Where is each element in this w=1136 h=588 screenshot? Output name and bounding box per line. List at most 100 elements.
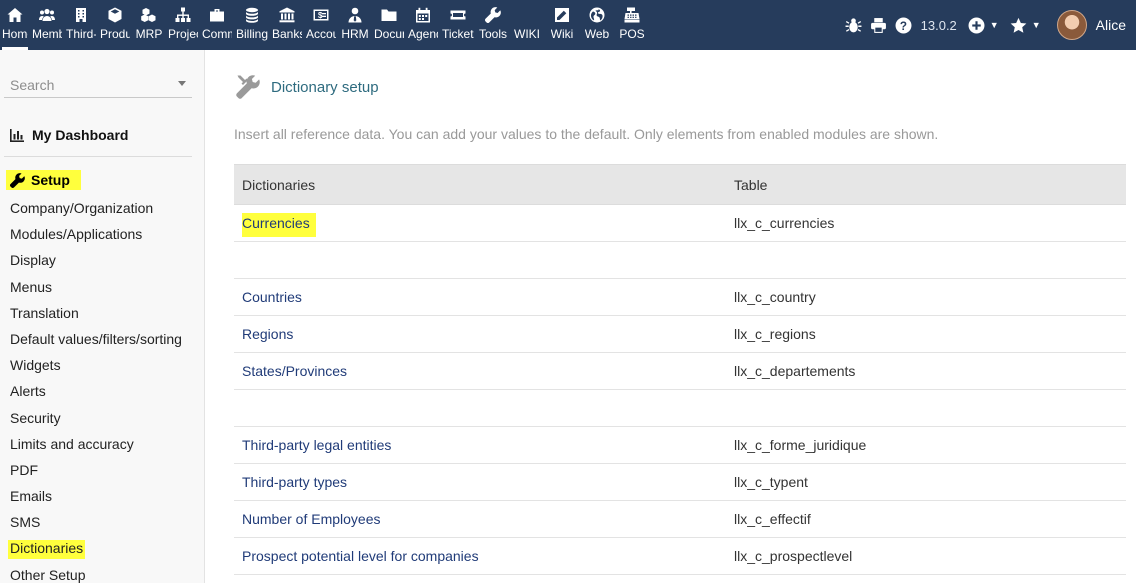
sidebar-item-sms[interactable]: SMS: [0, 509, 204, 535]
table-row: Third-party types llx_c_typent: [234, 463, 1126, 501]
column-header-table: Table: [726, 164, 1126, 205]
cube-icon: [106, 7, 124, 23]
top-menu-commercial[interactable]: Commercial: [200, 0, 234, 50]
sidebar-item-company-organization[interactable]: Company/Organization: [0, 195, 204, 221]
sidebar-item-limits-and-accuracy[interactable]: Limits and accuracy: [0, 431, 204, 457]
divider: [4, 156, 192, 157]
top-menu-web[interactable]: Web: [580, 0, 614, 50]
table-row: Third-party legal entities llx_c_forme_ju…: [234, 426, 1126, 464]
wrench-icon: [10, 172, 25, 188]
sidebar-item-label: SMS: [10, 514, 41, 531]
top-menu-documents[interactable]: Documents: [372, 0, 406, 50]
my-dashboard-link[interactable]: My Dashboard: [10, 127, 128, 143]
coins-icon: [243, 7, 261, 23]
top-menu-banks[interactable]: Banks: [270, 0, 304, 50]
table-name-cell: llx_c_departements: [726, 352, 1126, 390]
search-input[interactable]: [4, 74, 164, 96]
user-name[interactable]: Alice: [1096, 17, 1126, 33]
top-menu-members[interactable]: Members: [30, 0, 64, 50]
bug-icon[interactable]: [843, 14, 865, 36]
dictionary-name-cell: Third-party legal entities: [234, 426, 726, 464]
dictionaries-table: Dictionaries Table Currencies llx_c_curre…: [234, 164, 1126, 575]
calendar-icon: [414, 7, 432, 23]
top-menu-products[interactable]: Products: [98, 0, 132, 50]
table-name-cell: llx_c_typent: [726, 463, 1126, 501]
top-menu-label: Projects: [168, 27, 198, 41]
dictionary-link[interactable]: Countries: [242, 289, 302, 305]
top-menu-mrp[interactable]: MRP: [132, 0, 166, 50]
top-menu-label: HRM: [341, 27, 369, 41]
top-menu-label: Accounting: [306, 27, 336, 41]
top-menu-label: POS: [619, 27, 645, 41]
sidebar-item-label: Widgets: [10, 357, 61, 374]
sidebar-item-menus[interactable]: Menus: [0, 274, 204, 300]
dictionary-link[interactable]: Third-party types: [242, 474, 347, 490]
add-icon[interactable]: [966, 14, 988, 36]
sidebar-item-other-setup[interactable]: Other Setup: [0, 562, 204, 588]
table-row: [234, 241, 1126, 279]
top-menu-hrm[interactable]: HRM: [338, 0, 372, 50]
setup-menu-header[interactable]: Setup: [6, 170, 81, 190]
top-menu-label: Home: [2, 27, 28, 41]
top-menu-agenda[interactable]: Agenda: [406, 0, 440, 50]
star-icon[interactable]: [1008, 14, 1030, 36]
top-menu-label: Wiki: [550, 27, 574, 41]
dictionary-link[interactable]: States/Provinces: [242, 363, 347, 379]
main-content: Dictionary setup Insert all reference da…: [205, 50, 1136, 583]
dictionary-link[interactable]: Number of Employees: [242, 511, 381, 527]
dictionary-link[interactable]: Third-party legal entities: [242, 437, 391, 453]
dictionary-link[interactable]: Prospect potential level for companies: [242, 548, 479, 564]
sidebar-item-pdf[interactable]: PDF: [0, 457, 204, 483]
sidebar-item-label: PDF: [10, 461, 38, 478]
top-menu-label: Agenda: [408, 27, 438, 41]
sidebar-item-label: Translation: [10, 304, 79, 321]
top-menu-label: Third-parties: [66, 27, 96, 41]
top-menu-accounting[interactable]: $ Accounting: [304, 0, 338, 50]
sidebar-item-dictionaries[interactable]: Dictionaries: [0, 535, 204, 561]
avatar[interactable]: [1056, 10, 1087, 40]
sidebar-item-label: Security: [10, 409, 61, 426]
sidebar-item-modules-applications[interactable]: Modules/Applications: [0, 221, 204, 247]
top-menu-label: Billing: [236, 27, 268, 41]
sidebar-item-emails[interactable]: Emails: [0, 483, 204, 509]
sidebar-item-widgets[interactable]: Widgets: [0, 352, 204, 378]
top-menu-wiki2[interactable]: Wiki: [544, 0, 580, 50]
top-menu-pos[interactable]: POS: [614, 0, 650, 50]
dictionary-name-cell: Number of Employees: [234, 500, 726, 538]
top-menu-tickets[interactable]: Tickets: [440, 0, 476, 50]
table-row: Regions llx_c_regions: [234, 315, 1126, 353]
sidebar-item-default-values-filters-sorting[interactable]: Default values/filters/sorting: [0, 326, 204, 352]
dictionary-link[interactable]: Currencies: [242, 213, 316, 237]
help-icon[interactable]: ?: [893, 14, 915, 36]
top-menu-tools[interactable]: Tools: [476, 0, 510, 50]
top-menu-label: Tools: [478, 27, 507, 41]
folder-icon: [380, 7, 398, 23]
print-icon[interactable]: [868, 14, 890, 36]
table-row: Prospect potential level for companies ll…: [234, 537, 1126, 575]
sidebar-item-display[interactable]: Display: [0, 247, 204, 273]
table-name-cell: llx_c_effectif: [726, 500, 1126, 538]
top-menu-label: Products: [100, 27, 130, 41]
top-menu-wiki1[interactable]: WIKI: [510, 0, 544, 50]
dictionary-name-cell: Third-party types: [234, 463, 726, 501]
sidebar-item-translation[interactable]: Translation: [0, 300, 204, 326]
top-menu-billing[interactable]: Billing: [234, 0, 270, 50]
svg-text:$: $: [318, 11, 323, 20]
top-menu-home[interactable]: Home: [0, 0, 30, 50]
chevron-down-icon[interactable]: [178, 81, 186, 86]
left-sidebar: My Dashboard Setup Company/Organization M…: [0, 50, 205, 583]
sidebar-item-alerts[interactable]: Alerts: [0, 378, 204, 404]
sidebar-item-label: Dictionaries: [8, 540, 86, 560]
dictionary-link[interactable]: Regions: [242, 326, 293, 342]
chevron-down-icon[interactable]: ▼: [990, 20, 999, 30]
table-name-cell: llx_c_prospectlevel: [726, 537, 1126, 575]
top-menu-projects[interactable]: Projects: [166, 0, 200, 50]
sidebar-item-security[interactable]: Security: [0, 405, 204, 431]
briefcase-icon: [208, 7, 226, 23]
empty-cell: [234, 241, 726, 279]
sidebar-item-label: Other Setup: [10, 566, 86, 583]
chevron-down-icon[interactable]: ▼: [1032, 20, 1041, 30]
bar-chart-icon: [10, 128, 24, 142]
page-title: Dictionary setup: [271, 78, 379, 96]
top-menu-thirdparties[interactable]: Third-parties: [64, 0, 98, 50]
